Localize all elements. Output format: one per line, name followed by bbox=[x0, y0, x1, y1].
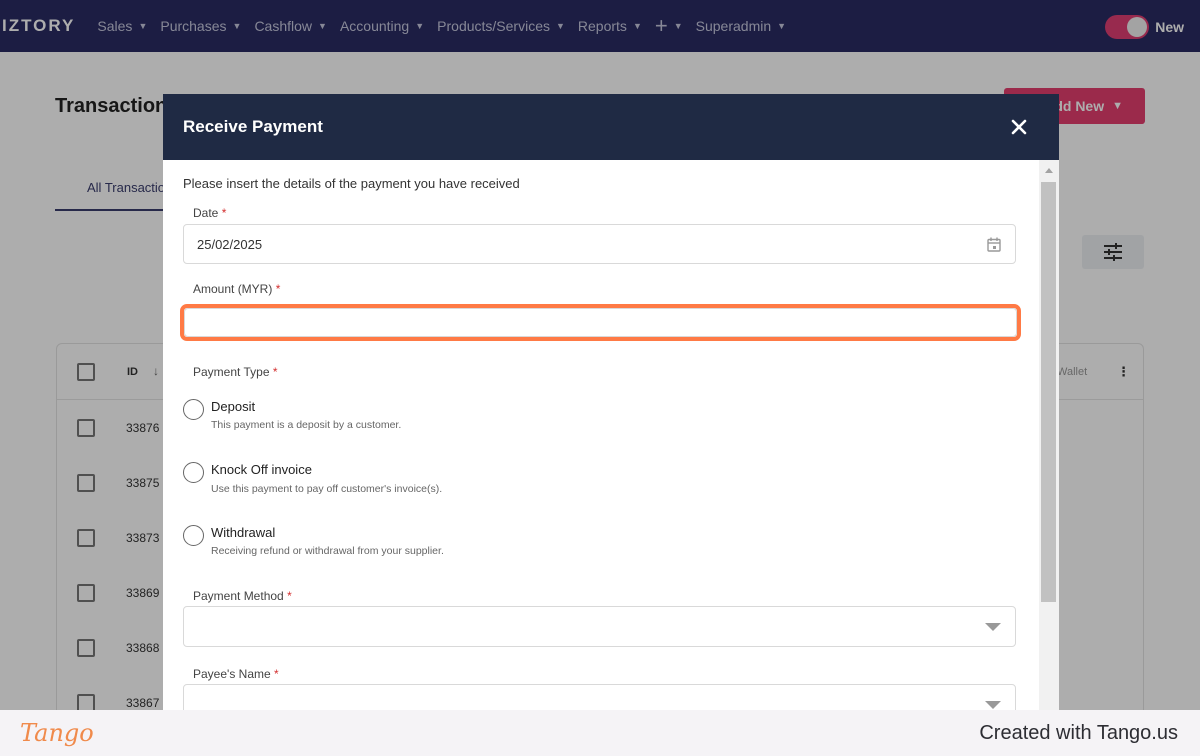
dialog-body: Please insert the details of the payment… bbox=[163, 160, 1059, 710]
payee-name-label: Payee's Name * bbox=[193, 667, 279, 681]
tango-logo: Tango bbox=[20, 719, 94, 747]
payment-method-label-text: Payment Method bbox=[193, 589, 284, 603]
date-label-text: Date bbox=[193, 206, 219, 220]
date-label: Date * bbox=[193, 206, 226, 220]
payment-type-label-text: Payment Type bbox=[193, 365, 270, 379]
radio-withdrawal[interactable] bbox=[183, 525, 204, 546]
payment-method-label: Payment Method * bbox=[193, 589, 292, 603]
dialog-scrollbar[interactable] bbox=[1039, 160, 1059, 710]
focus-highlight bbox=[180, 304, 1021, 341]
option-title[interactable]: Deposit bbox=[211, 399, 255, 414]
required-mark: * bbox=[221, 206, 227, 220]
date-input[interactable]: 25/02/2025 bbox=[183, 224, 1016, 264]
calendar-icon[interactable] bbox=[987, 237, 1001, 252]
tango-footer: Tango Created with Tango.us bbox=[0, 710, 1200, 756]
dropdown-arrow-icon bbox=[985, 623, 1001, 631]
required-mark: * bbox=[272, 365, 278, 379]
payee-name-label-text: Payee's Name bbox=[193, 667, 271, 681]
scroll-thumb[interactable] bbox=[1041, 182, 1056, 602]
required-mark: * bbox=[274, 667, 279, 681]
option-description: Use this payment to pay off customer's i… bbox=[211, 483, 443, 495]
dialog-header: Receive Payment bbox=[163, 94, 1059, 160]
date-value: 25/02/2025 bbox=[197, 237, 263, 252]
option-description: This payment is a deposit by a customer. bbox=[211, 419, 402, 431]
amount-label: Amount (MYR) * bbox=[193, 282, 280, 296]
radio-knock-off-invoice[interactable] bbox=[183, 462, 204, 483]
amount-label-text: Amount (MYR) bbox=[193, 282, 273, 296]
option-title[interactable]: Knock Off invoice bbox=[211, 462, 312, 477]
required-mark: * bbox=[275, 282, 281, 296]
radio-deposit[interactable] bbox=[183, 399, 204, 420]
payment-type-label: Payment Type * bbox=[193, 365, 278, 379]
option-description: Receiving refund or withdrawal from your… bbox=[211, 545, 444, 557]
payee-name-select[interactable] bbox=[183, 684, 1016, 710]
receive-payment-dialog: Receive Payment Please insert the detail… bbox=[163, 94, 1059, 710]
dialog-intro-text: Please insert the details of the payment… bbox=[183, 176, 520, 191]
app-window: IZTORY Sales ▼ Purchases ▼ Cashflow ▼ Accou… bbox=[0, 0, 1200, 710]
dialog-title: Receive Payment bbox=[183, 117, 323, 136]
scroll-up-arrow-icon[interactable] bbox=[1045, 168, 1053, 173]
required-mark: * bbox=[287, 589, 292, 603]
created-with-tango-text: Created with Tango.us bbox=[979, 722, 1178, 744]
close-icon[interactable] bbox=[1006, 114, 1032, 140]
dropdown-arrow-icon bbox=[985, 701, 1001, 709]
payment-method-select[interactable] bbox=[183, 606, 1016, 647]
close-button[interactable] bbox=[1006, 114, 1032, 140]
option-title[interactable]: Withdrawal bbox=[211, 525, 275, 540]
